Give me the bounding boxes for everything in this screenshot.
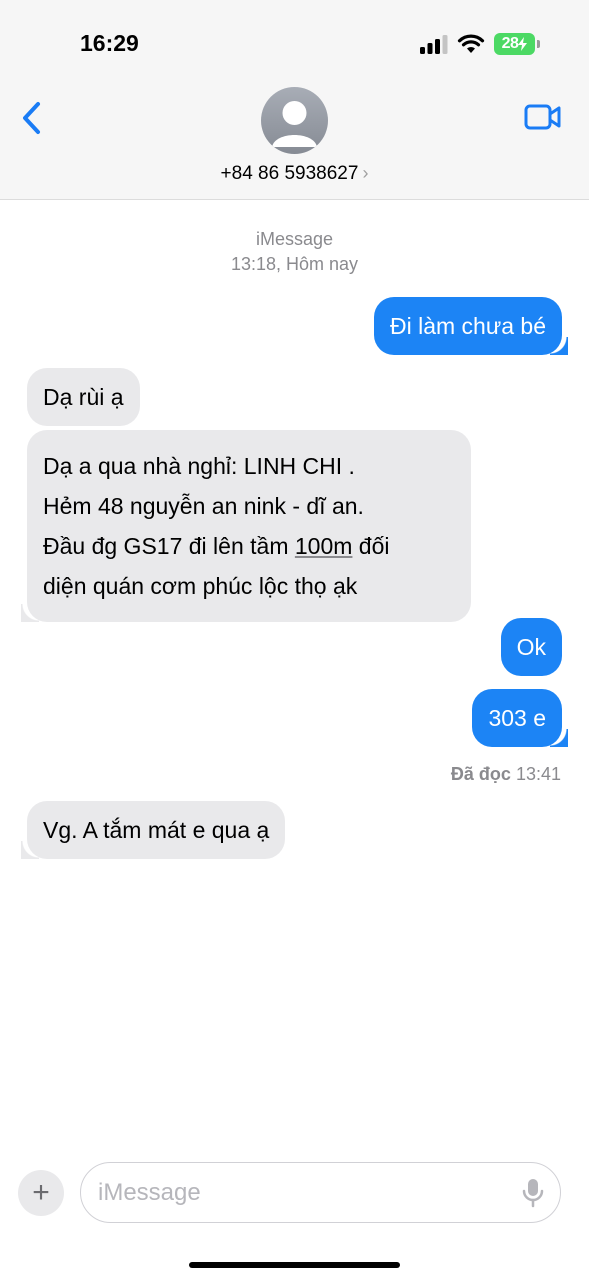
message-line: Đầu đg GS17 đi lên tầm 100m đối	[43, 526, 455, 566]
video-call-icon	[524, 104, 561, 130]
read-receipt: Đã đọc 13:41	[451, 764, 561, 785]
contact-name-button[interactable]: +84 86 5938627 ›	[0, 163, 589, 185]
message-bubble-outgoing[interactable]: Ok	[500, 618, 562, 676]
back-button[interactable]	[18, 100, 48, 136]
wifi-icon	[457, 34, 485, 53]
chevron-right-icon: ›	[362, 163, 369, 183]
charging-bolt-icon	[518, 37, 528, 51]
battery-nub	[537, 40, 540, 48]
message-line-part: đối	[352, 533, 390, 559]
home-indicator[interactable]	[189, 1262, 400, 1268]
contact-phone-number: +84 86 5938627	[220, 163, 359, 184]
plus-icon: +	[32, 1176, 50, 1209]
signal-icon	[420, 35, 448, 54]
battery-icon: 28	[494, 33, 540, 55]
messages-screen: 16:29 28 +84 86 5938627 › iMessage 13:18…	[0, 0, 589, 1280]
message-line-part: Đầu đg GS17 đi lên tầm	[43, 533, 295, 559]
read-receipt-time: 13:41	[515, 764, 561, 784]
thread-timestamp: 13:18, Hôm nay	[230, 254, 359, 274]
message-text: Ok	[516, 634, 546, 660]
back-chevron-icon	[23, 102, 40, 134]
message-input[interactable]: iMessage	[80, 1162, 561, 1223]
apps-plus-button[interactable]: +	[18, 1170, 64, 1216]
message-input-placeholder: iMessage	[98, 1179, 201, 1206]
message-line: Dạ a qua nhà nghỉ: LINH CHI .	[43, 453, 355, 479]
status-icons: 28	[420, 31, 540, 57]
contact-avatar[interactable]	[261, 87, 328, 154]
read-receipt-label: Đã đọc	[450, 764, 511, 784]
status-time: 16:29	[80, 30, 139, 56]
microphone-icon[interactable]	[522, 1178, 544, 1208]
video-call-button[interactable]	[524, 103, 562, 131]
message-text: 303 e	[488, 705, 546, 731]
message-line: diện quán cơm phúc lộc thọ ạk	[43, 573, 358, 599]
message-bubble-incoming-address[interactable]: Dạ a qua nhà nghỉ: LINH CHI . Hẻm 48 ngu…	[21, 430, 471, 622]
message-bubble-outgoing[interactable]: Đi làm chưa bé	[373, 297, 569, 355]
message-bubble-incoming[interactable]: Vg. A tắm mát e qua ạ	[20, 801, 286, 859]
message-text: Đi làm chưa bé	[389, 313, 546, 339]
avatar-person-icon	[272, 101, 317, 147]
message-bubble-incoming[interactable]: Dạ rùi ạ	[27, 368, 140, 426]
message-text: Vg. A tắm mát e qua ạ	[43, 817, 270, 843]
battery-level: 28	[501, 35, 519, 52]
conversation-header: 16:29 28 +84 86 5938627 ›	[0, 0, 589, 200]
message-bubble-outgoing[interactable]: 303 e	[472, 689, 568, 747]
message-text: Dạ rùi ạ	[43, 384, 124, 410]
detected-distance-link[interactable]: 100m	[295, 533, 353, 559]
service-label: iMessage	[255, 229, 334, 249]
message-line: Hẻm 48 nguyễn an nink - dĩ an.	[43, 493, 364, 519]
